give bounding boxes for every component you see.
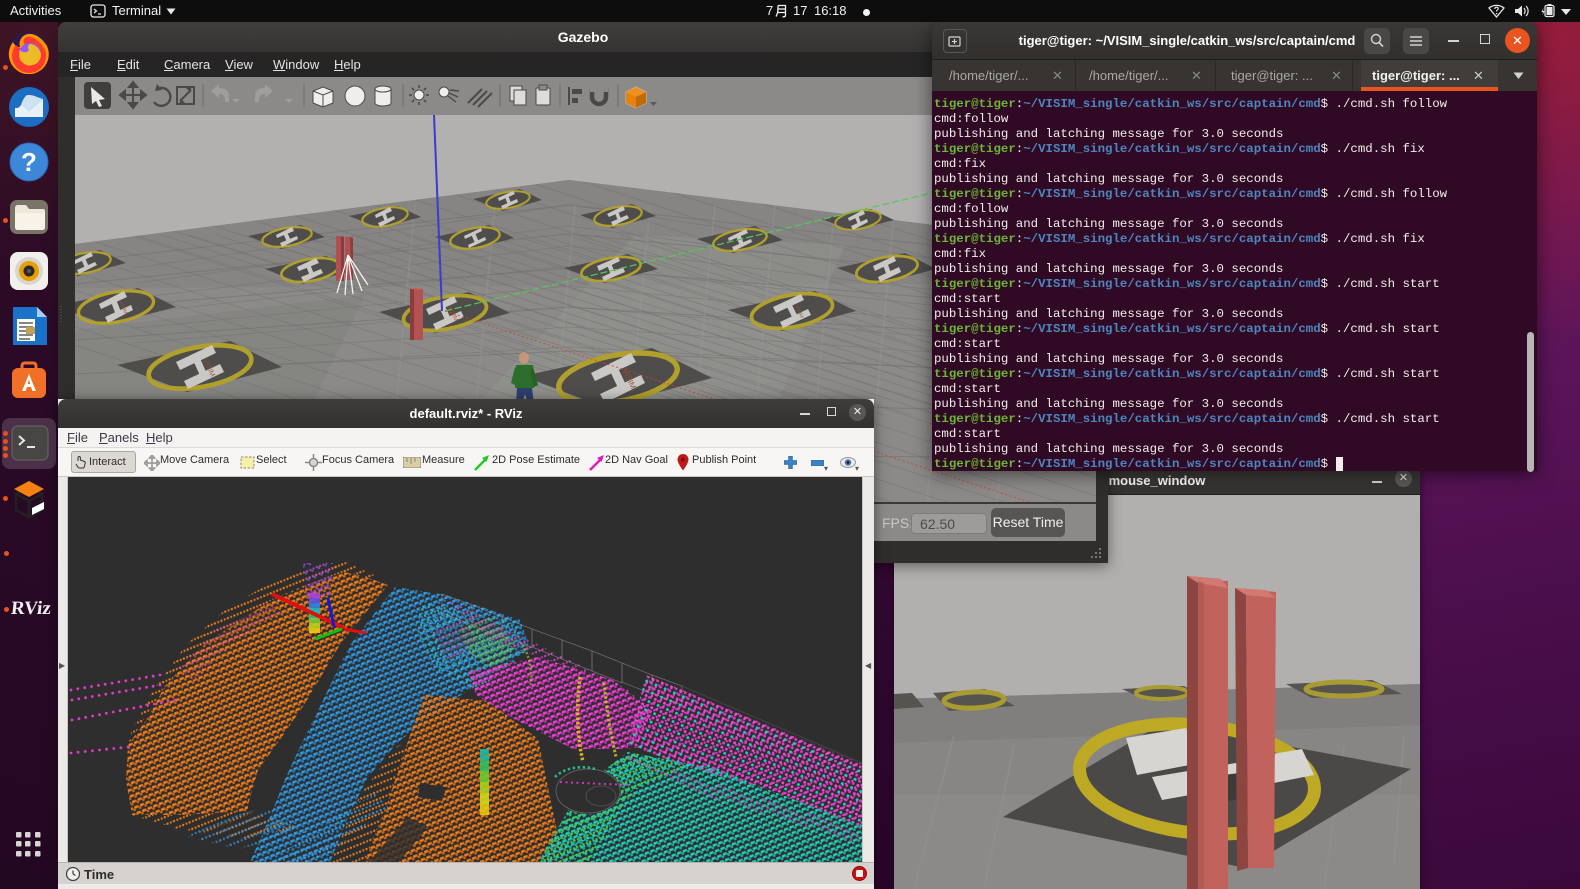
svg-text:?: ? <box>21 147 37 177</box>
